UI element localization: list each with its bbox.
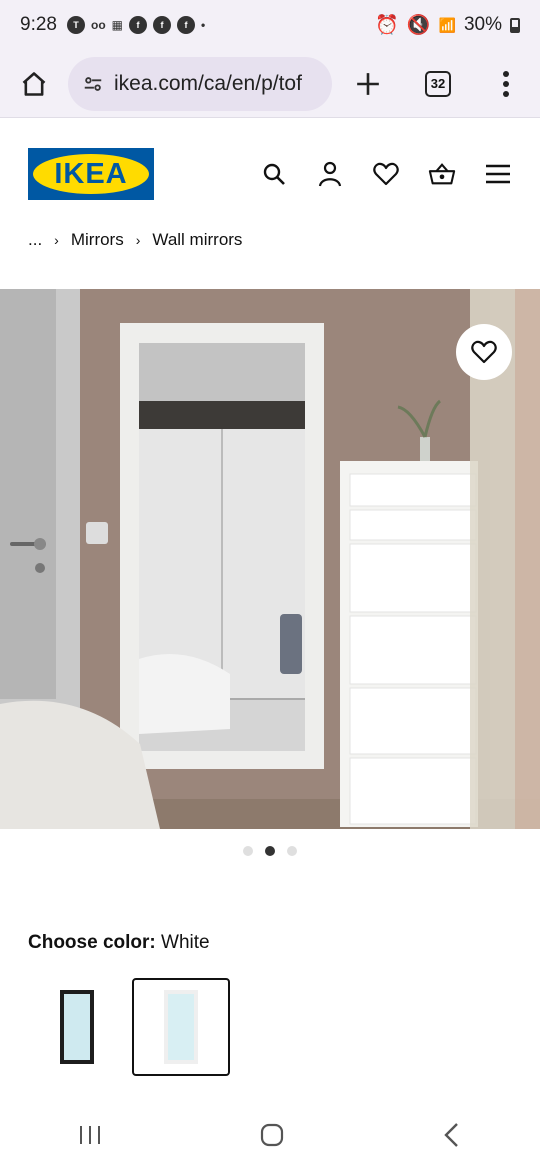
chat-bubble-icon: T	[66, 16, 85, 34]
hamburger-menu-icon	[486, 164, 510, 184]
voicemail-icon: oo	[90, 18, 106, 32]
white-mirror-thumbnail	[164, 990, 198, 1064]
wishlist-button[interactable]	[372, 160, 400, 188]
wifi-icon: 📶	[438, 16, 456, 33]
battery-label: 30%	[463, 14, 502, 35]
header-icons	[260, 160, 512, 188]
breadcrumb-item-mirrors[interactable]: Mirrors	[71, 230, 124, 250]
more-vert-icon	[503, 70, 509, 97]
account-icon	[318, 161, 342, 187]
android-nav-bar	[0, 1104, 540, 1170]
chevron-right-icon: ›	[54, 232, 59, 248]
breadcrumb-item-wall-mirrors[interactable]: Wall mirrors	[152, 230, 242, 250]
dot-icon: •	[201, 18, 206, 32]
product-photo	[0, 289, 540, 829]
tab-switcher-button[interactable]: 32	[404, 70, 472, 97]
notification-icons: T oo ▦ f f f •	[66, 16, 206, 34]
plus-icon	[357, 72, 379, 95]
carousel-dot-active[interactable]	[265, 846, 275, 856]
battery-icon	[510, 17, 520, 33]
search-button[interactable]	[260, 160, 288, 188]
back-icon	[443, 1122, 458, 1147]
heart-icon	[471, 340, 497, 364]
black-mirror-thumbnail	[60, 990, 94, 1064]
carousel-dot[interactable]	[287, 846, 297, 856]
new-tab-button[interactable]	[332, 71, 404, 97]
alarm-icon: ⏰	[375, 15, 399, 36]
heart-icon	[373, 162, 399, 186]
product-image[interactable]	[0, 289, 540, 829]
carousel-indicator	[0, 846, 540, 856]
cart-icon	[428, 163, 456, 185]
chevron-right-icon: ›	[135, 232, 141, 248]
address-bar[interactable]: ikea.com/ca/en/p/tof	[68, 56, 332, 111]
swatch-white[interactable]	[132, 978, 230, 1076]
browser-menu-button[interactable]	[472, 70, 540, 97]
facebook-icon: f	[177, 16, 195, 34]
facebook-icon: f	[129, 16, 147, 34]
url-text: ikea.com/ca/en/p/tof	[114, 71, 302, 95]
choose-color-label: Choose color:	[28, 932, 156, 953]
tab-count: 32	[425, 70, 451, 97]
carousel-dot[interactable]	[243, 846, 253, 856]
breadcrumb-ellipsis[interactable]: ...	[28, 230, 42, 250]
recent-apps-button[interactable]	[78, 1123, 102, 1152]
recent-apps-icon	[80, 1125, 101, 1144]
color-chooser-label: Choose color: White	[28, 932, 210, 954]
site-settings-icon	[84, 76, 102, 91]
selected-color-value: White	[161, 932, 210, 953]
mute-icon: 🔇	[406, 15, 431, 36]
home-nav-button[interactable]	[259, 1122, 285, 1153]
temu-icon: ▦	[111, 18, 123, 32]
search-icon	[263, 163, 285, 185]
home-circle-icon	[260, 1123, 284, 1146]
back-button[interactable]	[442, 1122, 462, 1153]
ikea-logo[interactable]: IKEA	[28, 148, 154, 200]
cart-button[interactable]	[428, 160, 456, 188]
site-header: IKEA	[28, 148, 512, 200]
home-icon	[22, 71, 46, 96]
home-button[interactable]	[0, 70, 68, 98]
status-time: 9:28	[20, 14, 57, 35]
breadcrumb: ... › Mirrors › Wall mirrors	[28, 230, 242, 250]
color-swatches	[28, 978, 230, 1076]
swatch-black[interactable]	[28, 978, 126, 1076]
status-bar: 9:28 T oo ▦ f f f • ⏰ 🔇 📶 30%	[0, 0, 540, 50]
facebook-icon: f	[153, 16, 171, 34]
browser-toolbar: ikea.com/ca/en/p/tof 32	[0, 50, 540, 118]
logo-text: IKEA	[54, 157, 128, 190]
menu-button[interactable]	[484, 160, 512, 188]
add-to-wishlist-button[interactable]	[456, 324, 512, 380]
account-button[interactable]	[316, 160, 344, 188]
